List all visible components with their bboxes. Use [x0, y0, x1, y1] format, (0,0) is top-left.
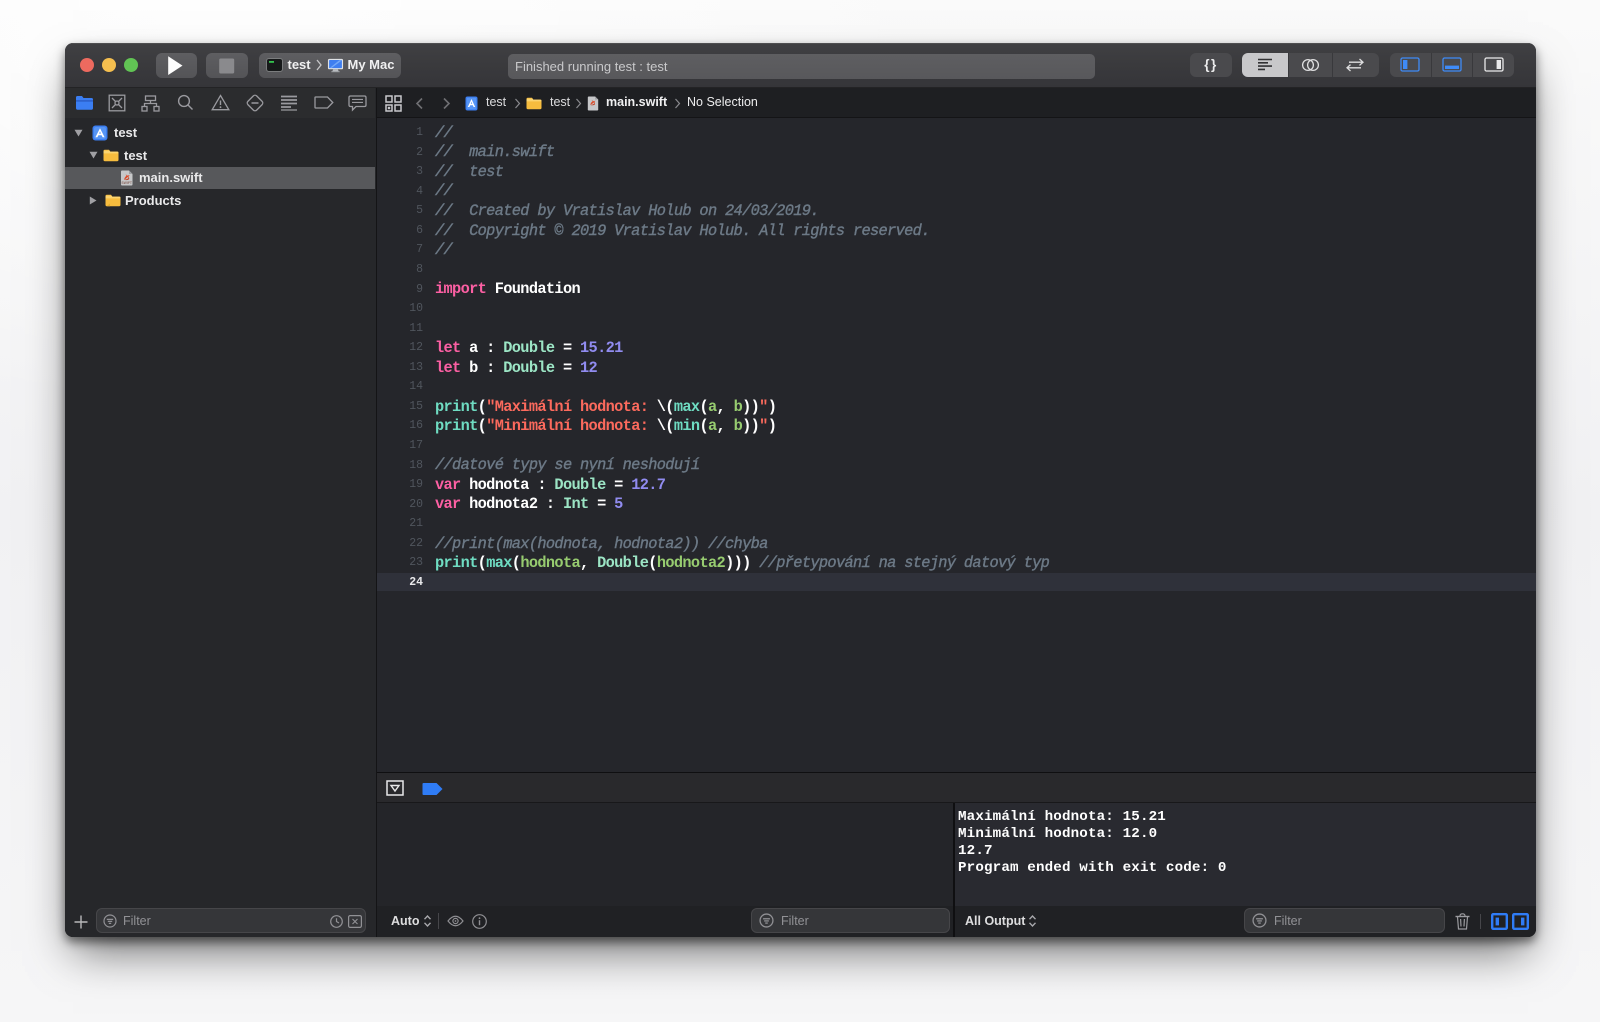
svg-text:SWIFT: SWIFT	[121, 181, 132, 185]
